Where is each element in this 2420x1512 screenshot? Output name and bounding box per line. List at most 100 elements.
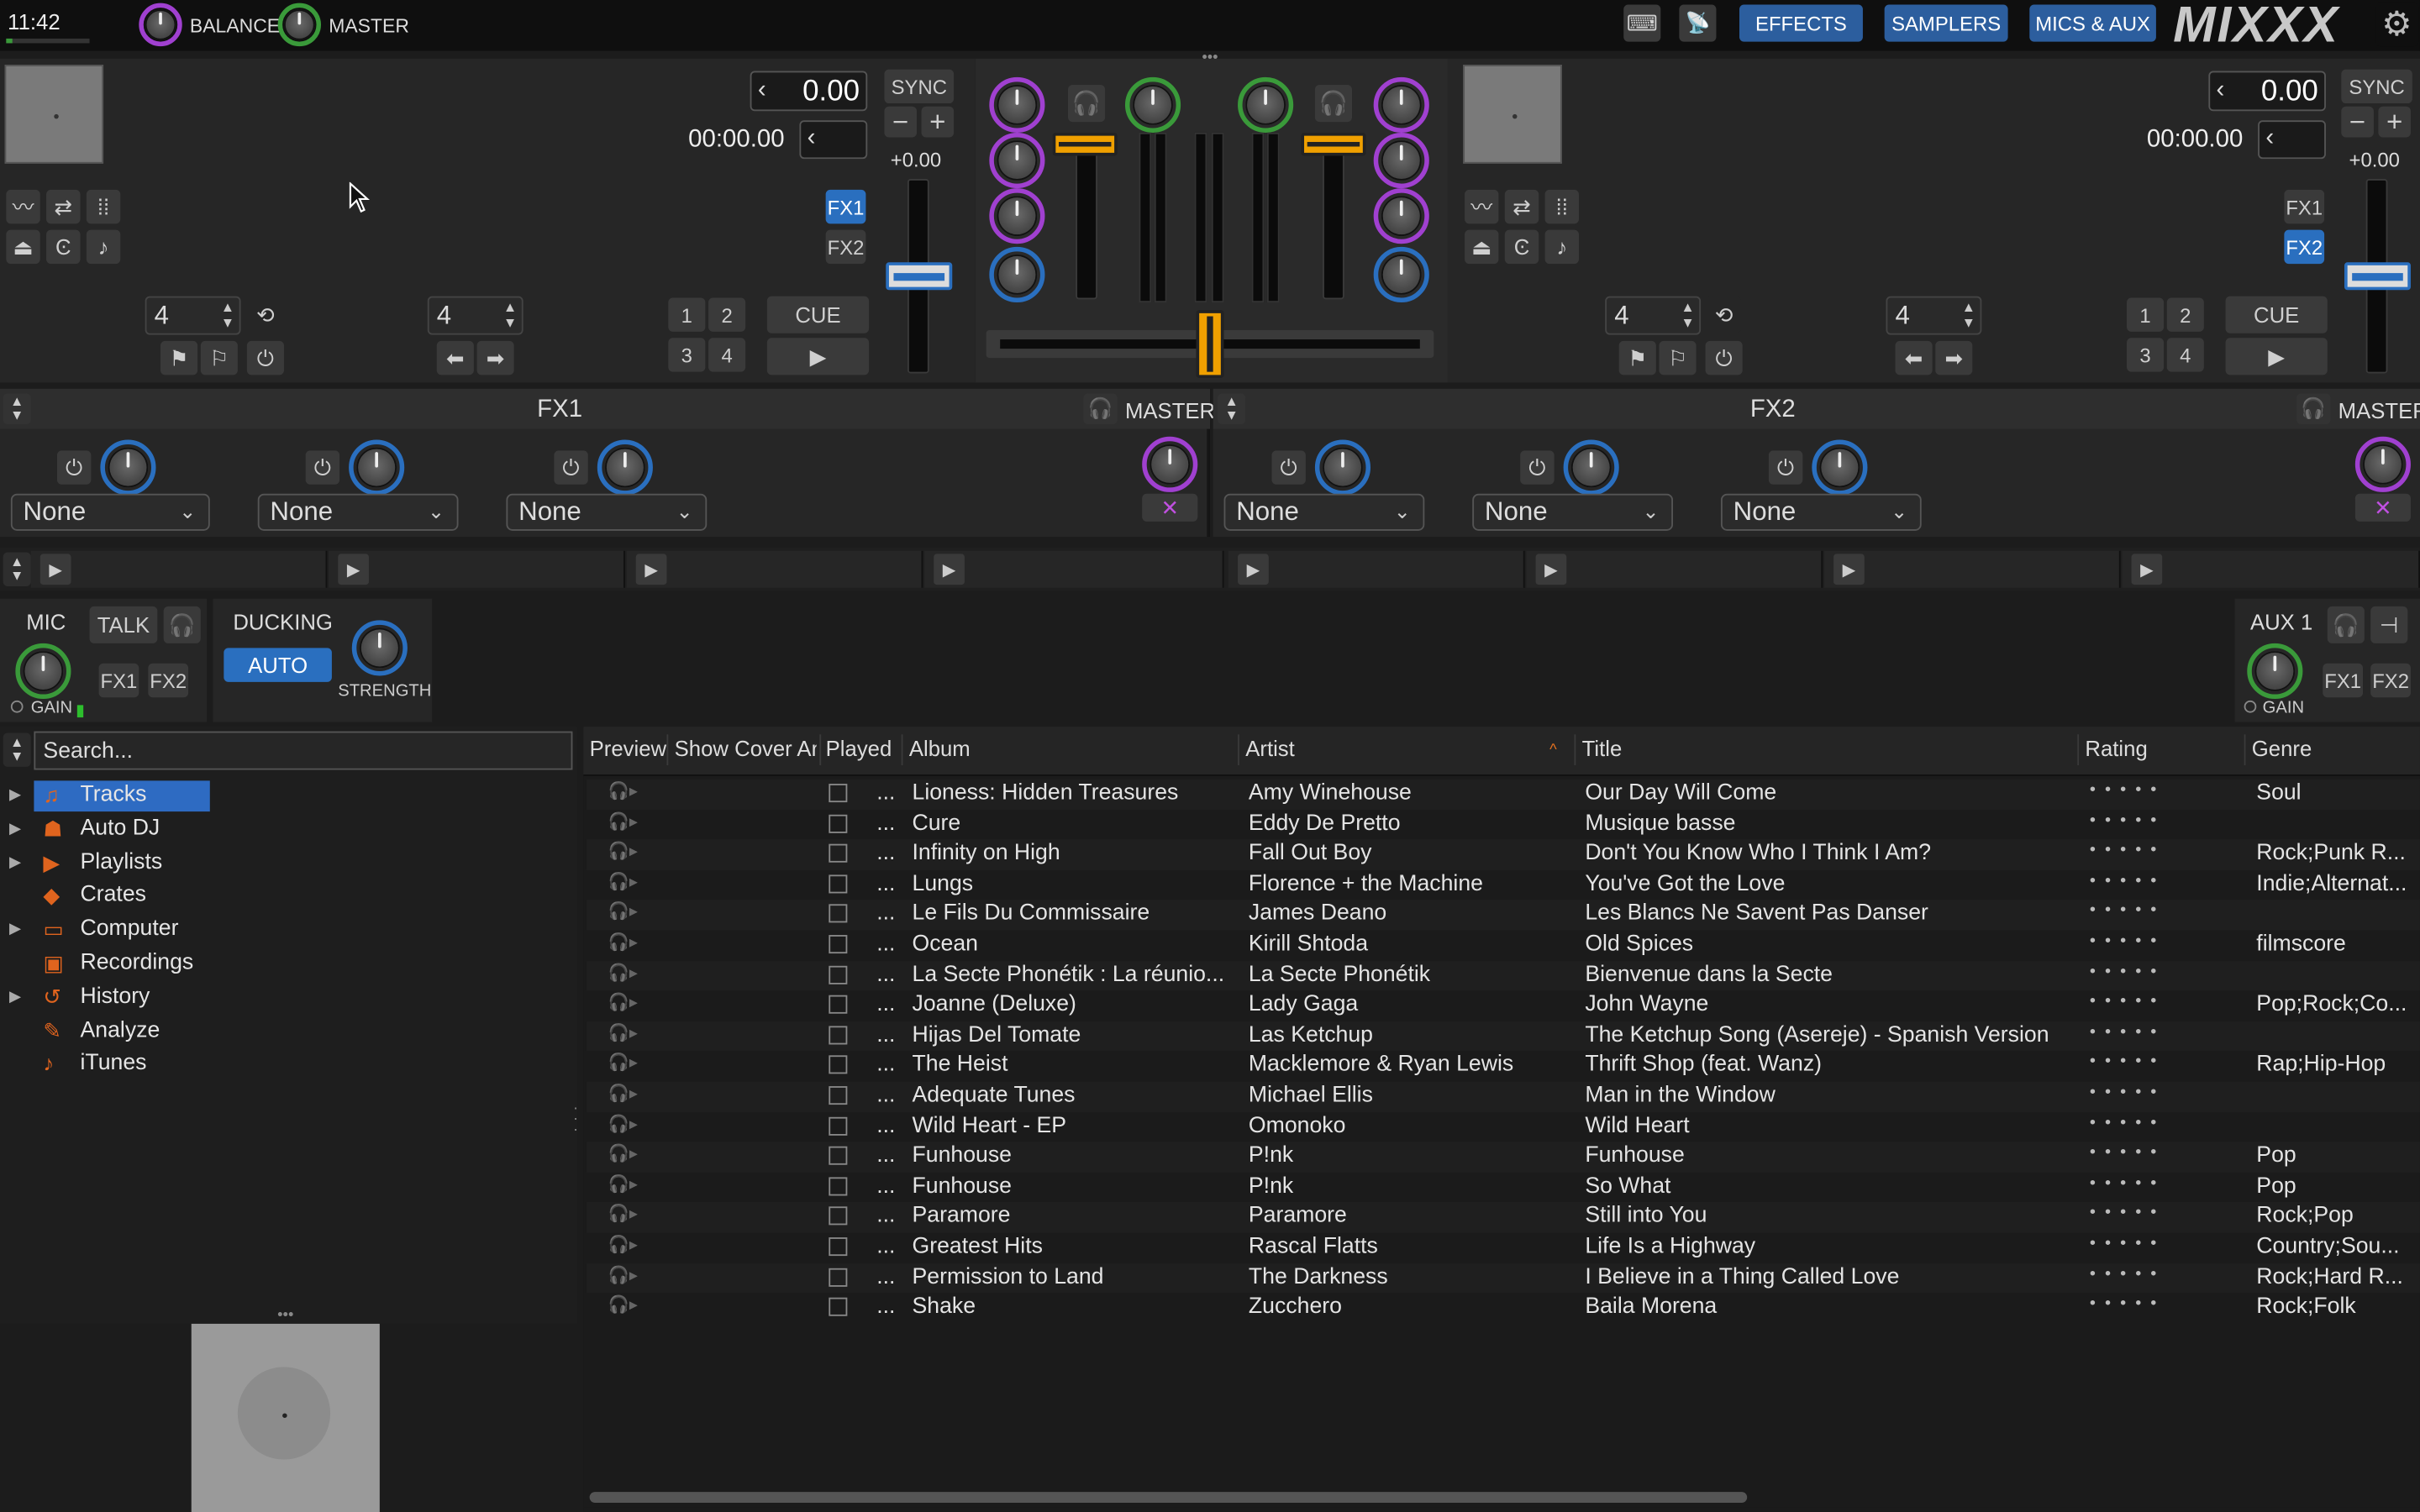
fx-unit-2-headphone-button[interactable]: 🎧 xyxy=(2296,393,2331,425)
table-row[interactable]: 🎧▸... Ocean Kirill Shtoda Old Spices ••••• fi… xyxy=(587,931,2420,961)
deck-1-reloop-button[interactable]: ⏻ xyxy=(246,340,284,375)
deck-1-rate-fader-handle[interactable] xyxy=(886,262,953,291)
deck-2-pitch-down-button[interactable]: − xyxy=(2341,106,2374,138)
rating-stars[interactable]: ••••• xyxy=(2090,1022,2165,1041)
deck-2-volume-fader[interactable] xyxy=(1323,135,1344,300)
fx-unit-2-collapse-button[interactable]: ▲ ▼ xyxy=(1218,393,1246,425)
table-row[interactable]: 🎧▸... Permission to Land The Darkness I Bel… xyxy=(586,1263,2420,1294)
preview-headphones-icon[interactable]: 🎧▸ xyxy=(608,871,638,891)
column-header-played[interactable]: Played xyxy=(826,736,892,760)
sidebar-item-crates[interactable]: ◆ Crates xyxy=(0,881,571,912)
played-checkbox[interactable] xyxy=(829,995,848,1015)
fx-unit-2-mix-mode-button[interactable]: ✕ xyxy=(2354,493,2411,522)
deck-1-headphone-button[interactable]: 🎧 xyxy=(1068,85,1106,123)
deck-2-hotcue-4[interactable]: 4 xyxy=(2166,338,2204,372)
deck-2-rate-left-icon[interactable]: ‹ xyxy=(2217,77,2225,105)
sampler-7[interactable]: ▶ xyxy=(1824,550,2121,588)
deck-2-rate-box[interactable]: ‹ 0.00 xyxy=(2208,71,2326,112)
mixer-handle[interactable]: ••• xyxy=(1196,50,1223,66)
sidebar-item-tracks[interactable]: ▶ ♫ Tracks xyxy=(0,780,571,811)
expand-arrow-icon[interactable]: ▶ xyxy=(9,989,21,1005)
preview-splitter[interactable]: ••• xyxy=(270,1308,301,1323)
table-row[interactable]: 🎧▸... Joanne (Deluxe) Lady Gaga John Wayne •… xyxy=(587,991,2420,1021)
sampler-6-play-button[interactable]: ▶ xyxy=(1535,554,1567,585)
deck-2-rate-fader-handle[interactable] xyxy=(2344,262,2411,291)
balance-knob[interactable] xyxy=(145,9,176,40)
deck-2-keylock-button[interactable]: Ͼ xyxy=(1504,229,1539,265)
deck-1-hotcue-4[interactable]: 4 xyxy=(708,338,746,372)
fx-unit-2-slot-2-meta-knob[interactable] xyxy=(1570,447,1612,488)
deck-2-cover-art[interactable] xyxy=(1463,65,1562,164)
preview-headphones-icon[interactable]: 🎧▸ xyxy=(608,901,638,921)
fx-unit-1-slot-1-select[interactable]: None ⌄ xyxy=(10,493,210,531)
fx-unit-2-slot-3-power-button[interactable]: ⏻ xyxy=(1768,450,1803,485)
fx-unit-1-slot-3-select[interactable]: None ⌄ xyxy=(506,493,708,531)
rating-stars[interactable]: ••••• xyxy=(2090,1204,2165,1222)
deck-1-loop-button[interactable]: ⟲ xyxy=(248,296,283,333)
deck-2-hotcue-3[interactable]: 3 xyxy=(2127,338,2165,372)
preview-headphones-icon[interactable]: 🎧▸ xyxy=(608,1173,638,1194)
sidebar-splitter[interactable]: · · · xyxy=(571,1101,581,1138)
rating-stars[interactable]: ••••• xyxy=(2090,780,2165,799)
played-checkbox[interactable] xyxy=(829,784,848,803)
deck-1-rate-left-icon[interactable]: ‹ xyxy=(758,77,766,105)
played-checkbox[interactable] xyxy=(829,1116,848,1136)
table-row[interactable]: 🎧▸... La Secte Phonétik : La réunio... La … xyxy=(586,960,2420,991)
mic-headphone-button[interactable]: 🎧 xyxy=(163,606,201,643)
broadcast-toggle-button[interactable]: 📡 xyxy=(1679,4,1717,42)
table-row[interactable]: 🎧▸... Shake Zucchero Baila Morena ••••• Rock;… xyxy=(587,1294,2420,1324)
fx-unit-2-slot-3-select[interactable]: None ⌄ xyxy=(1720,493,1922,531)
deck-2-eject-button[interactable]: ⏏ xyxy=(1465,229,1499,265)
preview-headphones-icon[interactable]: 🎧▸ xyxy=(608,962,638,982)
deck-1-volume-fader[interactable] xyxy=(1076,135,1097,300)
deck-1-beatloop-size[interactable]: 4 ▲ ▼ xyxy=(145,296,241,335)
deck-2-key-button[interactable]: ♪ xyxy=(1544,229,1579,265)
column-divider[interactable] xyxy=(2244,734,2246,766)
mic-fx2-button[interactable]: FX2 xyxy=(148,663,189,698)
rating-stars[interactable]: ••••• xyxy=(2090,962,2165,980)
column-divider[interactable] xyxy=(819,734,822,766)
column-header-cover-art[interactable]: Show Cover Art xyxy=(675,736,817,760)
sidebar-item-computer[interactable]: ▶ ▭ Computer xyxy=(0,916,571,947)
deck-1-key-button[interactable]: ♪ xyxy=(86,229,121,265)
deck-2-time-toggle[interactable]: ‹ xyxy=(2258,120,2326,160)
deck-2-hotcue-1[interactable]: 1 xyxy=(2127,297,2165,332)
table-row[interactable]: 🎧▸... Adequate Tunes Michael Ellis Man in t… xyxy=(586,1081,2420,1112)
fx-unit-1-headphone-button[interactable]: 🎧 xyxy=(1083,393,1118,425)
played-checkbox[interactable] xyxy=(829,1026,848,1045)
fx-unit-1-slot-3-power-button[interactable]: ⏻ xyxy=(554,450,588,485)
deck-1-loop-out-button[interactable]: ⚐ xyxy=(200,340,238,375)
sampler-6[interactable]: ▶ xyxy=(1526,550,1823,588)
played-checkbox[interactable] xyxy=(829,1207,848,1226)
preview-headphones-icon[interactable]: 🎧▸ xyxy=(608,992,638,1012)
fx-unit-1-master-label[interactable]: MASTER xyxy=(1125,398,1215,423)
sampler-7-play-button[interactable]: ▶ xyxy=(1833,554,1865,585)
deck-2-pregain-knob[interactable] xyxy=(1245,85,1286,125)
fx-unit-1-mix-mode-button[interactable]: ✕ xyxy=(1142,493,1198,522)
column-divider[interactable] xyxy=(2077,734,2080,766)
column-header-preview[interactable]: Preview xyxy=(590,736,666,760)
rating-stars[interactable]: ••••• xyxy=(2090,1294,2165,1313)
preview-headphones-icon[interactable]: 🎧▸ xyxy=(608,1234,638,1254)
deck-1-fx2-button[interactable]: FX2 xyxy=(825,229,866,265)
fx-unit-2-slot-3-meta-knob[interactable] xyxy=(1819,447,1860,488)
table-row[interactable]: 🎧▸... Infinity on High Fall Out Boy Don't Y… xyxy=(586,839,2420,870)
table-row[interactable]: 🎧▸... Funhouse P!nk So What ••••• Pop xyxy=(587,1173,2420,1203)
column-header-rating[interactable]: Rating xyxy=(2085,736,2147,760)
fx-unit-2-slot-2-power-button[interactable]: ⏻ xyxy=(1520,450,1555,485)
column-header-genre[interactable]: Genre xyxy=(2252,736,2312,760)
column-divider[interactable] xyxy=(666,734,669,766)
played-checkbox[interactable] xyxy=(829,1086,848,1105)
sampler-8[interactable]: ▶ xyxy=(2122,550,2420,588)
aux-fx2-button[interactable]: FX2 xyxy=(2370,663,2411,698)
preview-headphones-icon[interactable]: 🎧▸ xyxy=(608,1204,638,1224)
fx-unit-2-slot-1-select[interactable]: None ⌄ xyxy=(1223,493,1425,531)
fx-unit-2-slot-1-meta-knob[interactable] xyxy=(1323,447,1363,488)
preview-headphones-icon[interactable]: 🎧▸ xyxy=(608,841,638,861)
played-checkbox[interactable] xyxy=(829,844,848,864)
horizontal-scrollbar[interactable] xyxy=(583,1488,2420,1508)
sampler-1-play-button[interactable]: ▶ xyxy=(39,554,71,585)
sidebar-item-playlists[interactable]: ▶ ▶ Playlists xyxy=(0,848,571,879)
aux-gain-knob[interactable] xyxy=(2254,651,2296,691)
deck-2-beatjump-forward-button[interactable]: ➡ xyxy=(1935,340,1973,375)
